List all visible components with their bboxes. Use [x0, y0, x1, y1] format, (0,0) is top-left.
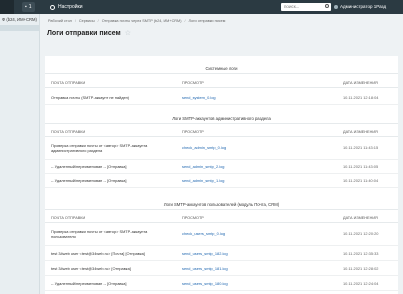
row-sender: -- Удаленный/переименован -- [Отправка] — [51, 178, 127, 183]
log-link[interactable]: send_users_smtp_180.log — [182, 281, 272, 286]
gear-icon — [50, 4, 55, 10]
chat-icon: ▪ — [25, 4, 27, 10]
column-header-date: ДАТА ИЗМЕНЕНИЯ — [343, 81, 378, 85]
table-row: test 34web user <test@34web.ru> [Почта] … — [45, 246, 398, 261]
row-date: 10.11.2021 12:18:04 — [343, 95, 379, 100]
log-link[interactable]: send_system_0.log — [182, 95, 272, 100]
row-sender: test 34web user <test@34web.ru> [Почта] … — [51, 251, 145, 256]
sidebar: Ф (b24, ИМ+CRM) — [0, 14, 40, 294]
top-bar: ▪ 1 Настройки поиск... Администратор 1Ра… — [0, 0, 403, 14]
user-name: Администратор 1Разд — [340, 4, 387, 9]
search-input[interactable]: поиск... — [281, 3, 331, 11]
search-placeholder: поиск... — [284, 4, 300, 9]
log-link[interactable]: send_admin_smtp_1.log — [182, 178, 272, 183]
breadcrumb: Рабочий стол / Сервисы / Отправка почты … — [48, 19, 225, 23]
breadcrumb-separator: / — [74, 19, 76, 23]
breadcrumb-separator: / — [184, 19, 186, 23]
section-title: Системные логи — [45, 64, 398, 74]
breadcrumb-item[interactable]: Рабочий стол — [48, 19, 72, 23]
search-icon[interactable] — [325, 4, 329, 8]
table-header: ПОЧТА ОТПРАВКИ ПРОСМОТР ДАТА ИЗМЕНЕНИЯ — [45, 78, 398, 88]
row-sender: -- Удаленный/переименован -- [Отправка] — [51, 164, 127, 169]
page-title-text: Логи отправки писем — [47, 29, 121, 37]
log-link[interactable]: check_admin_smtp_0.log — [182, 145, 272, 150]
row-date: 10.11.2021 12:28:02 — [343, 266, 379, 271]
star-icon[interactable]: ☆ — [125, 29, 131, 37]
chat-count: 1 — [28, 4, 32, 10]
sidebar-item-active[interactable] — [0, 25, 39, 31]
table-row: test 34web user <test@34web.ru> [Отправк… — [45, 261, 398, 276]
breadcrumb-item[interactable]: Логи отправки писем — [189, 19, 226, 23]
table-row: -- Удаленный/переименован -- [Отправка] … — [45, 160, 398, 174]
row-sender: Проверка отправки почты от <автор> SMTP-… — [51, 143, 148, 153]
table-header: ПОЧТА ОТПРАВКИ ПРОСМОТР ДАТА ИЗМЕНЕНИЯ — [45, 213, 398, 223]
menu-toggle[interactable] — [0, 0, 14, 14]
avatar — [334, 5, 338, 9]
breadcrumb-item[interactable]: Отправка почты через SMTP (b24, ИМ+CRM) — [102, 19, 182, 23]
table-row: Проверка отправки почты от <автор> SMTP-… — [45, 140, 398, 160]
column-header-sender: ПОЧТА ОТПРАВКИ — [51, 216, 86, 220]
log-link[interactable]: send_users_smtp_182.log — [182, 251, 272, 256]
column-header-date: ДАТА ИЗМЕНЕНИЯ — [343, 216, 378, 220]
row-date: 10.11.2021 12:35:33 — [343, 251, 379, 256]
column-header-view: ПРОСМОТР — [182, 81, 204, 85]
row-sender: test 34web user <test@34web.ru> [Отправк… — [51, 266, 131, 271]
page-title: Логи отправки писем ☆ — [47, 29, 131, 38]
row-date: 10.11.2021 11:43:05 — [343, 164, 379, 169]
column-header-sender: ПОЧТА ОТПРАВКИ — [51, 81, 86, 85]
table-header: ПОЧТА ОТПРАВКИ ПРОСМОТР ДАТА ИЗМЕНЕНИЯ — [45, 127, 398, 137]
row-sender: Отправка почты (SMTP-аккаунт не найден) — [51, 95, 130, 100]
column-header-date: ДАТА ИЗМЕНЕНИЯ — [343, 130, 378, 134]
user-menu[interactable]: Администратор 1Разд — [334, 3, 400, 11]
breadcrumb-separator: / — [97, 19, 99, 23]
table-row: Отправка почты (SMTP-аккаунт не найден) … — [45, 91, 398, 105]
section-title: Логи SMTP-аккаунтов пользователей (модул… — [45, 200, 398, 210]
table-row: Проверка отправки почты от <автор> SMTP-… — [45, 226, 398, 246]
column-header-view: ПРОСМОТР — [182, 130, 204, 134]
column-header-sender: ПОЧТА ОТПРАВКИ — [51, 130, 86, 134]
logs-panel: Системные логи ПОЧТА ОТПРАВКИ ПРОСМОТР Д… — [45, 56, 398, 294]
table-row: -- Удаленный/переименован -- [Отправка] … — [45, 276, 398, 291]
row-date: 10.11.2021 12:20:20 — [343, 231, 379, 236]
table-row: -- Удаленный/переименован -- [Отправка] … — [45, 174, 398, 188]
log-link[interactable]: check_users_smtp_0.log — [182, 231, 272, 236]
settings-button[interactable]: Настройки — [50, 2, 83, 12]
column-header-view: ПРОСМОТР — [182, 216, 204, 220]
breadcrumb-item[interactable]: Сервисы — [79, 19, 95, 23]
row-date: 10.11.2021 12:24:04 — [343, 281, 379, 286]
log-link[interactable]: send_admin_smtp_2.log — [182, 164, 272, 169]
settings-label: Настройки — [58, 4, 83, 10]
section-title: Логи SMTP-аккаунтов административного ра… — [45, 114, 398, 124]
row-sender: Проверка отправки почты от <автор> SMTP-… — [51, 229, 148, 239]
log-link[interactable]: send_users_smtp_181.log — [182, 266, 272, 271]
row-date: 10.11.2021 11:43:15 — [343, 145, 379, 150]
row-sender: -- Удаленный/переименован -- [Отправка] — [51, 281, 127, 286]
row-date: 10.11.2021 11:40:04 — [343, 178, 379, 183]
chat-button[interactable]: ▪ 1 — [22, 2, 35, 12]
sidebar-item-smtp[interactable]: Ф (b24, ИМ+CRM) — [0, 14, 39, 25]
